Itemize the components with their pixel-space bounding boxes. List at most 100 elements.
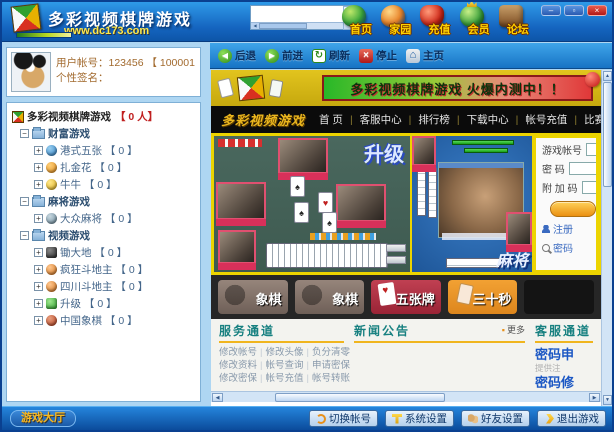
site-nav-recharge[interactable]: 帐号充值 [509, 112, 568, 127]
banner-wuzhangpai[interactable]: 五张牌 [371, 280, 441, 314]
browser-toolbar: 后退 前进 刷新 停止 主页 [210, 43, 612, 69]
expand-icon[interactable] [34, 316, 43, 325]
shengji-screenshot[interactable]: 升级 [214, 136, 410, 272]
expand-icon[interactable] [34, 180, 43, 189]
tree-item-fengkuangdoudizhu[interactable]: 疯狂斗地主 【 0 】 [34, 261, 197, 278]
account-input[interactable] [586, 143, 598, 156]
expand-icon[interactable] [34, 299, 43, 308]
tree-item-niuniu[interactable]: 牛牛 【 0 】 [34, 176, 197, 193]
expand-icon[interactable] [34, 214, 43, 223]
site-nav-bar: 多彩视频游戏 首 页 客服中心 排行榜 下载中心 帐号充值 比赛中心 体验 [211, 106, 601, 133]
vertical-scroll-thumb[interactable] [603, 82, 612, 187]
service-link[interactable]: 修改密保 [219, 373, 257, 384]
home-button[interactable]: 主页 [406, 48, 444, 63]
service-link[interactable]: 修改头像 [257, 347, 303, 358]
floating-badge-icon[interactable] [585, 72, 600, 87]
player-count: 【 0 人】 [115, 109, 158, 124]
nav-recharge-button[interactable]: 充值 [416, 3, 455, 41]
website-link[interactable]: www.dc173.com [64, 25, 149, 37]
window-controls [541, 5, 607, 16]
folder-icon [32, 231, 45, 241]
collapse-icon[interactable] [20, 231, 29, 240]
service-link[interactable]: 帐号充值 [257, 373, 303, 384]
site-nav-support[interactable]: 客服中心 [343, 112, 402, 127]
tree-item-gangshiwuzhang[interactable]: 港式五张 【 0 】 [34, 142, 197, 159]
game-icon [46, 213, 57, 224]
stop-button[interactable]: 停止 [359, 48, 397, 63]
service-link[interactable]: 帐号转账 [304, 373, 350, 384]
banner-xiangqi-1[interactable]: 象棋 [218, 280, 288, 314]
banner-sanshimiao[interactable]: 三十秒 [448, 280, 518, 314]
tree-group-wealth[interactable]: 财富游戏 [20, 125, 197, 142]
banner-xiangqi-2[interactable]: 象棋 [295, 280, 365, 314]
expand-icon[interactable] [34, 248, 43, 257]
webcam-thumbnail [506, 212, 532, 246]
password-recover-link[interactable]: 密码 [542, 240, 596, 255]
tree-item-dazhongmajiang[interactable]: 大众麻将 【 0 】 [34, 210, 197, 227]
ticker-scroll-left-icon[interactable] [251, 23, 259, 29]
site-nav-ranking[interactable]: 排行榜 [402, 112, 450, 127]
close-button[interactable] [587, 5, 607, 16]
nav-forum-button[interactable]: 论坛 [495, 3, 534, 41]
site-nav-download[interactable]: 下载中心 [450, 112, 509, 127]
refresh-button[interactable]: 刷新 [312, 48, 350, 63]
friend-settings-button[interactable]: 好友设置 [461, 410, 530, 427]
support-line[interactable]: 密码申 [535, 346, 593, 363]
expand-icon[interactable] [34, 265, 43, 274]
service-link[interactable]: 修改资料 [219, 360, 257, 371]
page-horizontal-scrollbar[interactable] [211, 391, 601, 402]
password-input[interactable] [569, 162, 598, 175]
user-avatar[interactable] [11, 52, 51, 92]
login-button[interactable] [550, 201, 596, 217]
nav-garden-button[interactable]: 家园 [377, 3, 416, 41]
webcam-thumbnail [218, 230, 256, 264]
page-vertical-scrollbar[interactable] [601, 70, 612, 406]
back-button[interactable]: 后退 [218, 48, 256, 63]
banner-empty[interactable] [524, 280, 594, 314]
more-link[interactable]: 更多 [502, 323, 525, 336]
switch-account-button[interactable]: 切换帐号 [309, 410, 378, 427]
site-nav-match[interactable]: 比赛中心 [567, 112, 601, 127]
scroll-up-icon[interactable] [603, 71, 612, 81]
service-link[interactable]: 负分清零 [304, 347, 350, 358]
scroll-right-icon[interactable] [589, 393, 600, 402]
nav-member-button[interactable]: 会员 [456, 3, 495, 41]
collapse-icon[interactable] [20, 197, 29, 206]
scroll-left-icon[interactable] [212, 393, 223, 402]
service-link[interactable]: 修改帐号 [219, 347, 257, 358]
minimize-button[interactable] [541, 5, 561, 16]
ticker-scrollbar[interactable] [251, 22, 343, 29]
expand-icon[interactable] [34, 282, 43, 291]
mahjong-screenshot[interactable]: 麻将 [412, 136, 532, 272]
loading-progress-bar [16, 32, 72, 38]
login-panel: 游戏帐号 密 码 附 加 码 [534, 136, 598, 272]
news-column: 新闻公告 更多 [354, 322, 525, 391]
tree-group-mahjong[interactable]: 麻将游戏 [20, 193, 197, 210]
exit-game-button[interactable]: 退出游戏 [537, 410, 606, 427]
maximize-button[interactable] [564, 5, 584, 16]
service-link[interactable]: 申请密保 [304, 360, 350, 371]
expand-icon[interactable] [34, 163, 43, 172]
tree-item-zhongguoxiangqi[interactable]: 中国象棋 【 0 】 [34, 312, 197, 329]
game-icon [46, 247, 57, 258]
horizontal-scroll-thumb[interactable] [275, 393, 445, 402]
scroll-down-icon[interactable] [603, 395, 612, 405]
tree-item-zhajinhua[interactable]: 扎金花 【 0 】 [34, 159, 197, 176]
captcha-input[interactable] [582, 181, 598, 194]
game-lobby-button[interactable]: 游戏大厅 [10, 410, 76, 427]
expand-icon[interactable] [34, 146, 43, 155]
tree-item-sichuandoudizhu[interactable]: 四川斗地主 【 0 】 [34, 278, 197, 295]
service-link[interactable]: 帐号查询 [257, 360, 303, 371]
system-settings-button[interactable]: 系统设置 [385, 410, 454, 427]
site-nav-home[interactable]: 首 页 [319, 112, 343, 127]
collapse-icon[interactable] [20, 129, 29, 138]
ticker-scroll-thumb[interactable] [259, 23, 307, 29]
tree-root[interactable]: 多彩视频棋牌游戏 【 0 人】 [10, 108, 197, 125]
register-link[interactable]: 注册 [542, 221, 596, 236]
nav-home-button[interactable]: 首页 [338, 3, 377, 41]
tree-item-shengji[interactable]: 升级 【 0 】 [34, 295, 197, 312]
forward-button[interactable]: 前进 [265, 48, 303, 63]
tree-group-video[interactable]: 视频游戏 [20, 227, 197, 244]
support-line[interactable]: 密码修 [535, 374, 593, 391]
tree-item-chudadi[interactable]: 锄大地 【 0 】 [34, 244, 197, 261]
